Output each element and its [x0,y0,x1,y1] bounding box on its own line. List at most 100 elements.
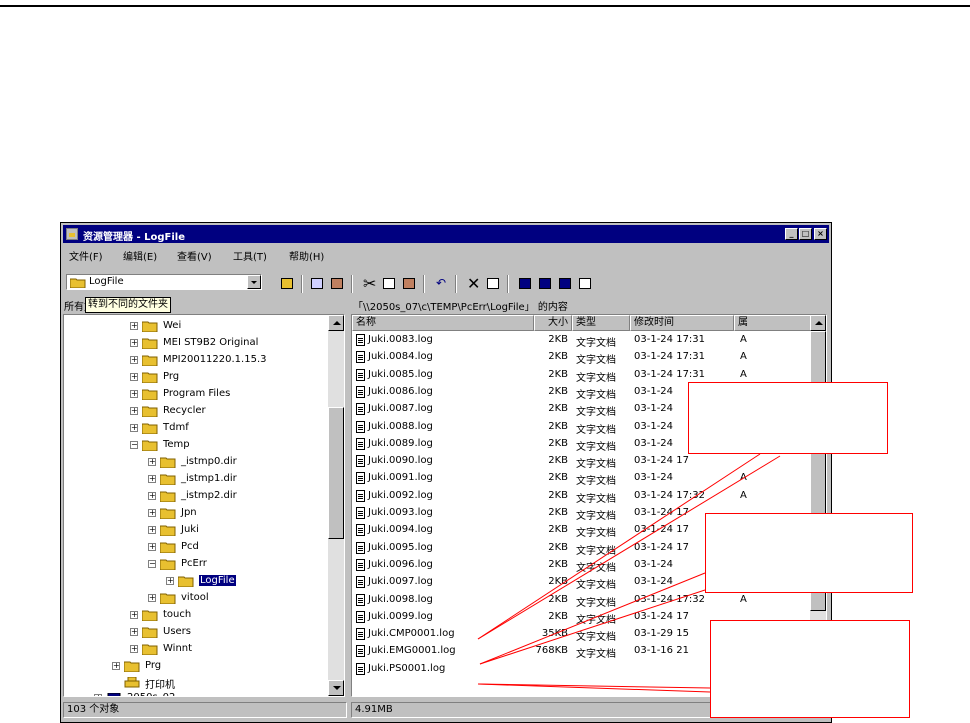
copy-button[interactable] [379,275,399,293]
text-file-icon [356,558,365,571]
text-file-icon [356,437,365,450]
expand-toggle[interactable]: + [130,373,138,381]
tree-label: Wei [163,320,182,331]
folder-tree-pane[interactable]: + Wei + MEI ST9B2 Original + MPI20011220.1.… [63,314,345,697]
expand-toggle[interactable]: + [112,662,120,670]
file-name: Juki.0083.log [368,334,433,345]
scroll-thumb[interactable] [328,407,344,539]
file-name: Juki.0090.log [368,455,433,467]
up-folder-button[interactable] [277,275,297,293]
expand-toggle[interactable]: + [130,322,138,330]
file-name: Juki.0095.log [368,541,433,553]
tree-label: touch [163,609,192,620]
tree-label: Temp [163,439,190,450]
expand-toggle[interactable]: + [130,628,138,636]
menu-view[interactable]: 查看(V) [177,248,212,263]
close-button[interactable]: × [814,228,827,240]
file-size: 2KB [548,593,568,605]
file-name: Juki.CMP0001.log [368,628,455,640]
expand-toggle[interactable]: + [130,424,138,432]
tree-label: _istmp2.dir [181,490,237,501]
file-type: 文字文档 [576,580,616,592]
file-type: 文字文档 [576,528,616,540]
column-type[interactable]: 类型 [572,315,630,331]
chevron-down-icon[interactable] [247,275,261,289]
expand-toggle[interactable]: + [148,458,156,466]
details-view-button[interactable] [575,275,595,293]
menu-tools[interactable]: 工具(T) [233,248,267,263]
address-combo[interactable]: LogFile [66,274,262,290]
column-name[interactable]: 名称 [352,315,534,331]
file-name: Juki.0087.log [368,403,433,415]
scroll-down-button[interactable] [328,680,344,696]
expand-toggle[interactable]: + [130,390,138,398]
maximize-button[interactable]: □ [799,228,812,240]
file-row[interactable]: Juki.0084.log 2KB 文字文档 03-1-24 17:31 A [352,349,812,366]
tree-label: LogFile [199,575,236,586]
undo-button[interactable]: ↶ [431,275,451,293]
delete-button[interactable]: ✕ [463,275,483,293]
expand-toggle[interactable]: + [130,339,138,347]
file-modified: 03-1-24 17:31 [634,351,706,363]
folder-icon [160,457,176,468]
title-bar[interactable]: 资源管理器 - LogFile _ □ × [63,225,829,243]
collapse-toggle[interactable]: − [148,560,156,568]
large-icons-button[interactable] [515,275,535,293]
column-size[interactable]: 大小 [534,315,572,331]
expand-toggle[interactable]: + [130,611,138,619]
file-type: 文字文档 [576,476,616,488]
disconnect-drive-button[interactable] [327,275,347,293]
folder-open-icon [160,559,176,570]
folder-icon [160,491,176,502]
expand-toggle[interactable]: + [148,594,156,602]
file-row[interactable]: Juki.0091.log 2KB 文字文档 03-1-24 A [352,470,812,487]
text-file-icon [356,507,365,519]
menu-file[interactable]: 文件(F) [69,248,103,263]
column-modified[interactable]: 修改时间 [630,315,734,331]
expand-toggle[interactable]: + [148,475,156,483]
small-icons-button[interactable] [535,275,555,293]
file-row[interactable]: Juki.0083.log 2KB 文字文档 03-1-24 17:31 A [352,332,812,349]
expand-toggle[interactable]: + [130,407,138,415]
minimize-button[interactable]: _ [785,228,798,240]
file-row[interactable]: Juki.0090.log 2KB 文字文档 03-1-24 17 [352,453,812,470]
expand-toggle[interactable]: + [130,356,138,364]
scroll-up-button[interactable] [810,315,826,331]
expand-toggle[interactable]: + [148,543,156,551]
expand-toggle[interactable]: + [130,645,138,653]
status-object-count: 103 个对象 [63,702,347,718]
folder-icon [160,474,176,485]
text-file-icon [356,455,365,468]
menu-edit[interactable]: 编辑(E) [123,248,157,263]
paste-button[interactable] [399,275,419,293]
text-file-icon [356,645,365,658]
file-size: 2KB [548,437,568,449]
text-file-icon [356,351,365,364]
file-size: 2KB [548,385,568,397]
tree-label: Pcd [181,541,199,552]
file-name: Juki.0091.log [368,472,433,484]
tree-scrollbar[interactable] [328,315,344,696]
expand-toggle[interactable]: + [148,492,156,500]
scroll-up-button[interactable] [328,315,344,331]
cut-button[interactable]: ✂ [359,275,379,293]
menu-help[interactable]: 帮助(H) [289,248,324,263]
tree-label: PcErr [181,558,207,569]
expand-toggle[interactable]: + [148,509,156,517]
list-view-button[interactable] [555,275,575,293]
expand-toggle[interactable]: + [94,694,102,696]
text-file-icon [356,524,365,537]
file-row[interactable]: Juki.0098.log 2KB 文字文档 03-1-24 17:32 A [352,592,812,609]
map-drive-button[interactable] [307,275,327,293]
expand-toggle[interactable]: + [166,577,174,585]
file-row[interactable]: Juki.0092.log 2KB 文字文档 03-1-24 17:32 A [352,488,812,505]
address-value: LogFile [89,276,124,287]
file-size: 2KB [548,610,568,622]
column-attributes[interactable]: 属 [734,315,812,331]
tree-label: _istmp1.dir [181,473,237,484]
expand-toggle[interactable]: + [148,526,156,534]
properties-button[interactable] [483,275,503,293]
toolbar-separator [455,275,457,293]
collapse-toggle[interactable]: − [130,441,138,449]
folder-open-icon [142,440,158,451]
